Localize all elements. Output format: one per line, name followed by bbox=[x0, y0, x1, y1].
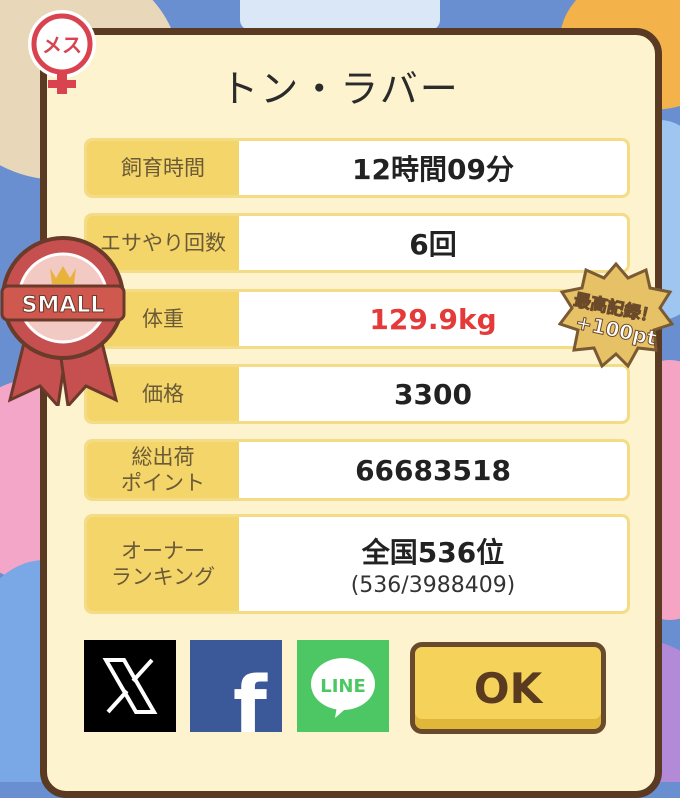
row-owner-ranking: オーナー ランキング 全国536位 (536/3988409) bbox=[84, 514, 630, 614]
ribbon-text: SMALL bbox=[22, 293, 105, 318]
row-value: 12時間09分 bbox=[352, 153, 514, 186]
ranking-main: 全国536位 bbox=[361, 535, 505, 569]
svg-text:f: f bbox=[233, 661, 268, 732]
gender-text: メス bbox=[42, 33, 82, 57]
row-value: 3300 bbox=[394, 377, 472, 411]
line-logo-icon: LINE bbox=[311, 658, 375, 718]
row-raising-time: 飼育時間 12時間09分 bbox=[84, 138, 630, 198]
x-logo-icon bbox=[102, 658, 158, 714]
row-weight: 体重 129.9kg bbox=[84, 289, 630, 349]
row-label: 総出荷 ポイント bbox=[87, 442, 239, 498]
row-price: 価格 3300 bbox=[84, 364, 630, 424]
small-ribbon-icon: SMALL bbox=[0, 228, 126, 410]
ok-button[interactable]: OK bbox=[410, 642, 606, 734]
row-shipping-points: 総出荷 ポイント 66683518 bbox=[84, 439, 630, 501]
row-value: 66683518 bbox=[355, 453, 511, 487]
svg-text:LINE: LINE bbox=[320, 676, 366, 697]
row-value-ranking: 全国536位 (536/3988409) bbox=[239, 517, 627, 611]
ranking-sub: (536/3988409) bbox=[350, 572, 516, 598]
facebook-share-button[interactable]: f bbox=[190, 640, 282, 751]
female-badge-icon: メス bbox=[18, 6, 106, 94]
facebook-logo-icon: f bbox=[233, 661, 268, 751]
row-label: 飼育時間 bbox=[87, 141, 239, 195]
x-share-button[interactable] bbox=[84, 640, 176, 732]
line-share-button[interactable]: LINE bbox=[297, 640, 389, 732]
row-label: オーナー ランキング bbox=[87, 517, 239, 611]
record-badge-icon: 最高記録！ +100pt bbox=[558, 262, 674, 370]
row-feed-count: エサやり回数 6回 bbox=[84, 213, 630, 273]
